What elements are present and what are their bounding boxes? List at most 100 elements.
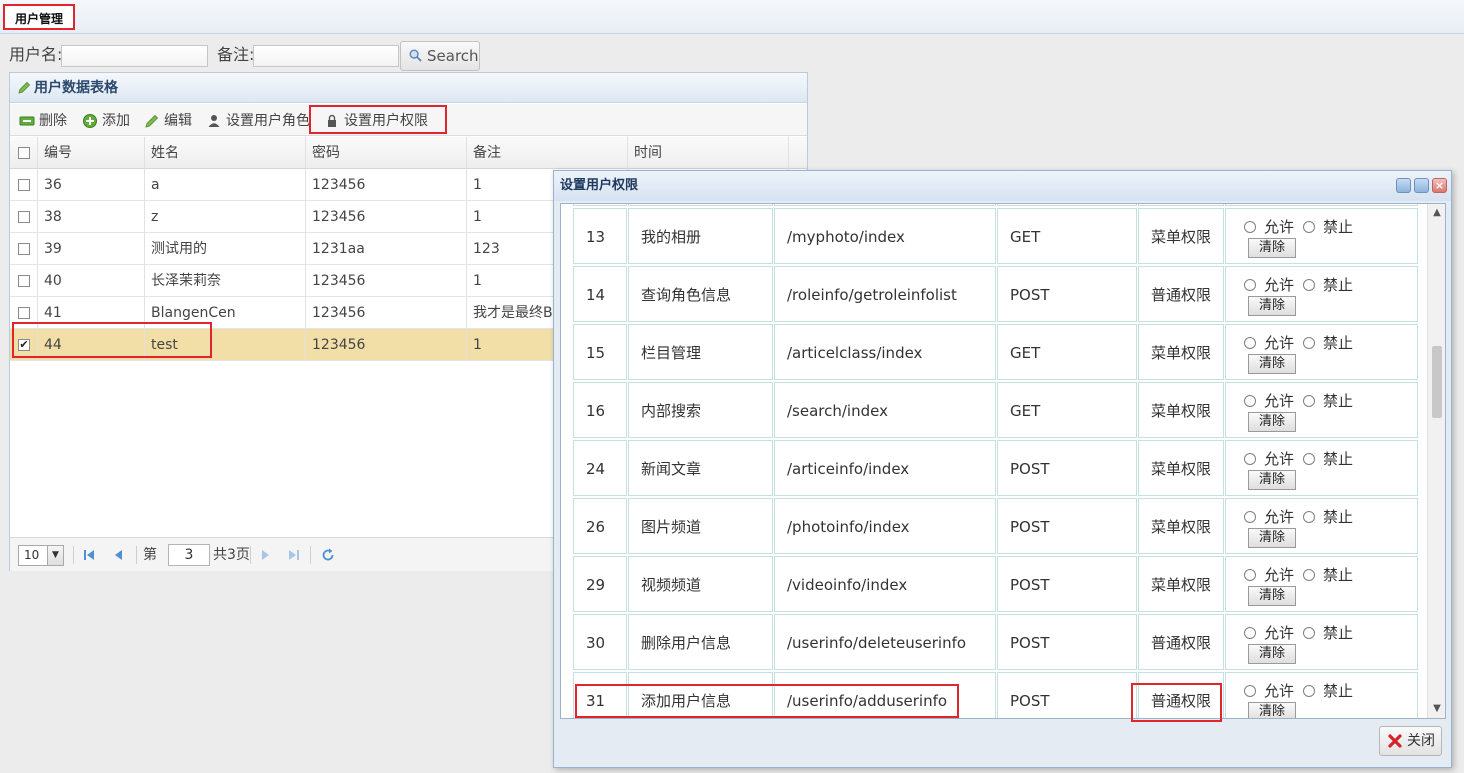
column-header-remark[interactable]: 备注 xyxy=(467,137,628,169)
delete-button[interactable]: 删除 xyxy=(19,112,67,130)
clear-button[interactable]: 清除 xyxy=(1248,702,1296,718)
allow-label: 允许 xyxy=(1264,508,1295,526)
clear-button[interactable]: 清除 xyxy=(1248,586,1296,606)
deny-label: 禁止 xyxy=(1323,218,1354,236)
clear-button[interactable]: 清除 xyxy=(1248,354,1296,374)
clear-button[interactable]: 清除 xyxy=(1248,238,1296,258)
deny-radio[interactable] xyxy=(1303,569,1315,581)
select-all-cell xyxy=(10,137,38,169)
row-checkbox[interactable]: ✔ xyxy=(18,339,30,351)
deny-radio[interactable] xyxy=(1303,685,1315,697)
panel-title: 用户数据表格 xyxy=(10,73,807,103)
allow-radio[interactable] xyxy=(1244,685,1256,697)
deny-label: 禁止 xyxy=(1323,624,1354,642)
clear-button[interactable]: 清除 xyxy=(1248,412,1296,432)
remark-input[interactable] xyxy=(253,45,399,67)
select-all-checkbox[interactable] xyxy=(18,147,30,159)
column-header-password[interactable]: 密码 xyxy=(306,137,467,169)
set-role-button[interactable]: 设置用户角色 xyxy=(206,112,310,130)
column-header-name[interactable]: 姓名 xyxy=(145,137,306,169)
clear-button[interactable]: 清除 xyxy=(1248,470,1296,490)
deny-radio[interactable] xyxy=(1303,279,1315,291)
row-checkbox-cell xyxy=(10,169,38,201)
tab-user-management[interactable]: 用户管理 xyxy=(3,4,76,30)
row-checkbox[interactable] xyxy=(18,275,30,287)
clear-button[interactable]: 清除 xyxy=(1248,528,1296,548)
deny-radio[interactable] xyxy=(1303,627,1315,639)
username-input[interactable] xyxy=(61,45,208,67)
cell-id: 44 xyxy=(38,329,145,361)
allow-radio[interactable] xyxy=(1244,569,1256,581)
allow-radio[interactable] xyxy=(1244,627,1256,639)
cell-password: 123456 xyxy=(306,265,467,297)
deny-radio[interactable] xyxy=(1303,395,1315,407)
lock-icon xyxy=(328,114,336,127)
minus-icon xyxy=(19,116,35,126)
permission-row: 30 删除用户信息/userinfo/deleteuserinfo POST 普通权限… xyxy=(573,614,1419,672)
cell-name: test xyxy=(145,329,306,361)
set-permission-button[interactable]: 设置用户权限 xyxy=(324,112,428,130)
allow-label: 允许 xyxy=(1264,218,1295,236)
perm-cell-actions: 允许 禁止 清除 xyxy=(1225,382,1418,438)
row-checkbox[interactable] xyxy=(18,211,30,223)
row-checkbox[interactable] xyxy=(18,307,30,319)
allow-radio[interactable] xyxy=(1244,511,1256,523)
next-page-icon[interactable] xyxy=(258,548,272,562)
row-checkbox[interactable] xyxy=(18,243,30,255)
allow-radio[interactable] xyxy=(1244,279,1256,291)
edit-button[interactable]: 编辑 xyxy=(144,112,192,130)
deny-radio[interactable] xyxy=(1303,337,1315,349)
permission-row: 31 添加用户信息/userinfo/adduserinfo POST 普通权限 允许 禁… xyxy=(573,672,1419,718)
deny-radio[interactable] xyxy=(1303,511,1315,523)
deny-label: 禁止 xyxy=(1323,508,1354,526)
perm-cell-method: POST xyxy=(997,440,1137,496)
vertical-scrollbar[interactable]: ▲ ▼ xyxy=(1427,204,1445,718)
deny-radio[interactable] xyxy=(1303,221,1315,233)
allow-radio[interactable] xyxy=(1244,453,1256,465)
collapse-icon[interactable] xyxy=(1396,178,1411,193)
last-page-icon[interactable] xyxy=(287,548,301,562)
add-button[interactable]: 添加 xyxy=(82,112,130,130)
column-header-id[interactable]: 编号 xyxy=(38,137,145,169)
row-checkbox-cell: ✔ xyxy=(10,329,38,361)
page-size-select[interactable]: 10 ▼ xyxy=(18,545,64,566)
cell-password: 123456 xyxy=(306,297,467,329)
allow-radio[interactable] xyxy=(1244,395,1256,407)
column-header-time[interactable]: 时间 xyxy=(628,137,789,169)
row-checkbox[interactable] xyxy=(18,179,30,191)
perm-cell-id: 31 xyxy=(573,672,627,718)
clear-button[interactable]: 清除 xyxy=(1248,644,1296,664)
cell-name: a xyxy=(145,169,306,201)
close-button[interactable]: 关闭 xyxy=(1379,726,1442,756)
perm-cell-id: 13 xyxy=(573,208,627,264)
scroll-up-icon[interactable]: ▲ xyxy=(1431,207,1443,219)
allow-radio[interactable] xyxy=(1244,221,1256,233)
perm-cell-id: 15 xyxy=(573,324,627,380)
allow-label: 允许 xyxy=(1264,624,1295,642)
perm-cell-actions: 允许 禁止 清除 xyxy=(1225,556,1418,612)
search-button[interactable]: Search xyxy=(400,41,480,71)
pencil-icon xyxy=(18,81,31,94)
scroll-down-icon[interactable]: ▼ xyxy=(1431,703,1443,715)
scroll-thumb[interactable] xyxy=(1432,346,1442,418)
page-number-input[interactable]: 3 xyxy=(168,544,210,566)
previous-page-icon[interactable] xyxy=(112,548,126,562)
perm-cell-url: /userinfo/adduserinfo xyxy=(774,672,996,718)
deny-radio[interactable] xyxy=(1303,453,1315,465)
cell-password: 1231aa xyxy=(306,233,467,265)
perm-cell-id: 24 xyxy=(573,440,627,496)
perm-cell-id: 29 xyxy=(573,556,627,612)
close-icon xyxy=(1388,734,1402,748)
first-page-icon[interactable] xyxy=(82,548,96,562)
perm-cell-actions: 允许 禁止 清除 xyxy=(1225,440,1418,496)
permission-row: 16 内部搜索/search/index GET 菜单权限 允许 禁止 清除 xyxy=(573,382,1419,440)
pager-divider xyxy=(136,546,137,564)
refresh-icon[interactable] xyxy=(321,548,335,562)
clear-button[interactable]: 清除 xyxy=(1248,296,1296,316)
perm-cell-type: 普通权限 xyxy=(1138,672,1224,718)
allow-radio[interactable] xyxy=(1244,337,1256,349)
perm-cell-name: 新闻文章 xyxy=(628,440,773,496)
maximize-icon[interactable] xyxy=(1414,178,1429,193)
close-icon[interactable]: × xyxy=(1432,178,1447,193)
cell-id: 39 xyxy=(38,233,145,265)
